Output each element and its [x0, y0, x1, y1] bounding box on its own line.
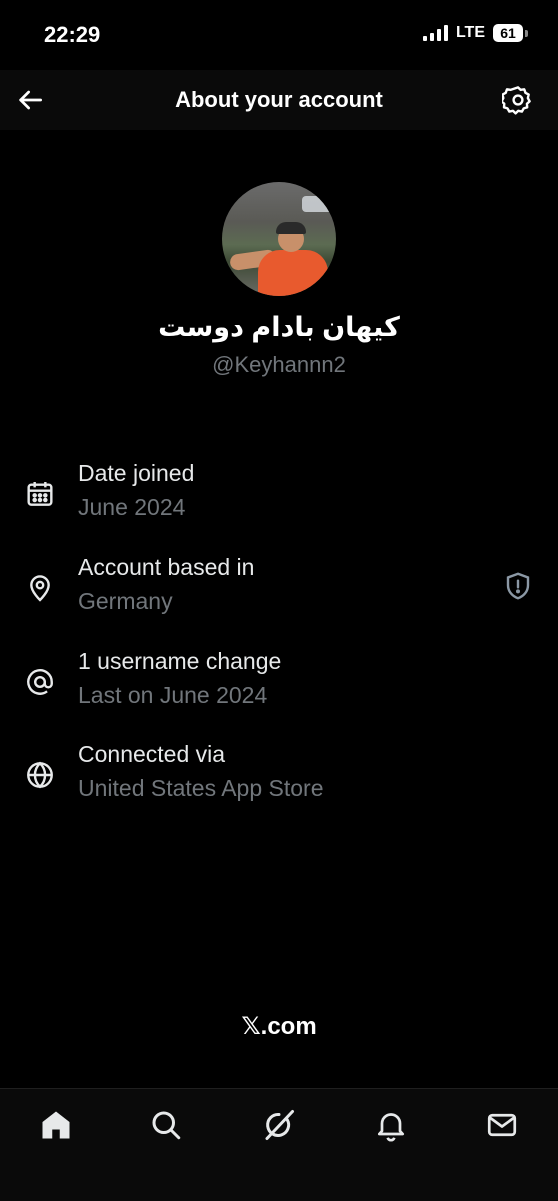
search-icon[interactable]	[148, 1107, 184, 1143]
info-value: United States App Store	[78, 775, 324, 801]
top-app-bar: About your account	[0, 70, 558, 130]
info-label: Date joined	[78, 460, 195, 486]
info-row-account-based-in: Account based in Germany	[0, 554, 558, 624]
x-com-link[interactable]: 𝕏.com	[0, 1012, 558, 1041]
status-bar: 22:29 LTE 61	[0, 0, 558, 70]
grok-icon[interactable]	[261, 1107, 297, 1143]
user-handle: @Keyhannn2	[212, 352, 346, 377]
avatar	[222, 182, 336, 296]
info-label: 1 username change	[78, 648, 282, 674]
signal-strength-icon	[422, 25, 448, 41]
info-value: June 2024	[78, 494, 186, 520]
display-name: کیهان بادام دوست	[158, 312, 400, 342]
bell-icon[interactable]	[373, 1107, 409, 1143]
info-row-date-joined: Date joined June 2024	[0, 460, 558, 530]
info-label: Account based in	[78, 554, 255, 580]
mail-icon[interactable]	[484, 1107, 520, 1143]
info-row-username-change: 1 username change Last on June 2024	[0, 648, 558, 718]
info-label: Connected via	[78, 741, 226, 767]
info-row-connected-via: Connected via United States App Store	[0, 741, 558, 811]
info-value: Germany	[78, 588, 173, 614]
info-value: Last on June 2024	[78, 682, 268, 708]
at-sign-icon	[24, 666, 56, 698]
location-pin-icon	[24, 572, 56, 604]
network-type: LTE	[455, 24, 485, 41]
home-icon[interactable]	[38, 1107, 74, 1143]
globe-icon	[24, 759, 56, 791]
calendar-icon	[24, 478, 56, 510]
status-time: 22:29	[44, 22, 101, 47]
gear-icon[interactable]	[502, 84, 534, 116]
shield-alert-icon[interactable]	[502, 570, 534, 602]
battery-tip	[525, 29, 528, 37]
battery-indicator: 61	[493, 24, 523, 42]
status-indicators: LTE 61	[422, 24, 528, 42]
page-title: About your account	[175, 87, 383, 112]
bottom-tab-bar	[0, 1088, 558, 1201]
